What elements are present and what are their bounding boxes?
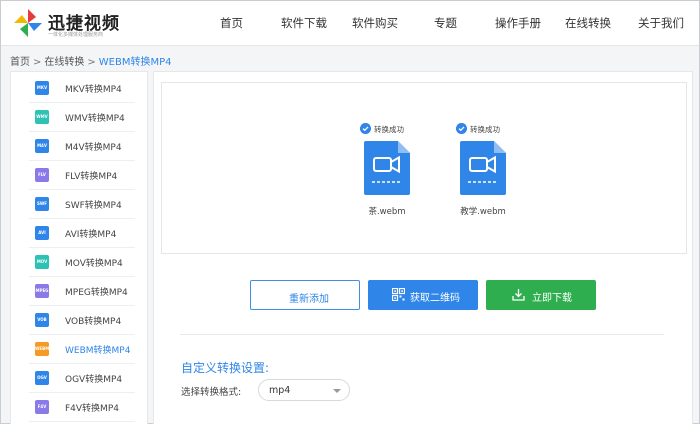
file-name: 教学.webm xyxy=(460,207,506,217)
download-button-label: 立即下载 xyxy=(532,293,572,304)
f4v-file-icon: F4V xyxy=(35,400,49,414)
sidebar-item-label: M4V转换MP4 xyxy=(65,143,122,153)
sidebar-item-wmv[interactable]: WMV WMV转换MP4 xyxy=(29,103,135,132)
sidebar-item-label: F4V转换MP4 xyxy=(65,404,119,414)
check-circle-icon xyxy=(456,123,467,134)
breadcrumb-section[interactable]: 在线转换 xyxy=(44,57,84,68)
readd-button[interactable]: 重新添加 xyxy=(250,280,360,310)
sidebar-item-ogv[interactable]: OGV OGV转换MP4 xyxy=(29,364,135,393)
sidebar-item-mkv[interactable]: MKV MKV转换MP4 xyxy=(29,74,135,103)
nav-home[interactable]: 首页 xyxy=(220,15,243,31)
wmv-file-icon: WMV xyxy=(35,110,49,124)
sidebar-item-label: WMV转换MP4 xyxy=(65,114,125,124)
converted-file-card[interactable]: 转换成功 茶.webm xyxy=(350,123,430,223)
webm-file-icon: WEBM xyxy=(35,342,49,356)
breadcrumb-current: WEBM转换MP4 xyxy=(98,57,172,68)
breadcrumb-home[interactable]: 首页 xyxy=(10,57,30,68)
video-file-icon xyxy=(460,141,506,195)
breadcrumb-separator: > xyxy=(87,57,96,68)
sidebar-item-label: WEBM转换MP4 xyxy=(65,346,131,356)
avi-file-icon: AVI xyxy=(35,226,49,240)
converter-panel: 转换成功 茶.webm 转换成功 教学.webm 重新添加 获取二维码 立即下载… xyxy=(153,71,693,424)
sidebar-item-webm[interactable]: WEBM WEBM转换MP4 xyxy=(29,335,135,364)
section-divider xyxy=(180,334,664,335)
brand-slogan: 一体化多媒体处理服务商 xyxy=(48,32,104,38)
status-text: 转换成功 xyxy=(374,125,404,134)
sidebar-item-avi[interactable]: AVI AVI转换MP4 xyxy=(29,219,135,248)
sidebar-item-label: MOV转换MP4 xyxy=(65,259,123,269)
m4v-file-icon: M4V xyxy=(35,139,49,153)
download-icon xyxy=(512,289,525,301)
sidebar-item-vob[interactable]: VOB VOB转换MP4 xyxy=(29,306,135,335)
sidebar-item-flv[interactable]: FLV FLV转换MP4 xyxy=(29,161,135,190)
sidebar-item-label: FLV转换MP4 xyxy=(65,172,118,182)
sidebar-item-mov[interactable]: MOV MOV转换MP4 xyxy=(29,248,135,277)
custom-settings-title: 自定义转换设置: xyxy=(181,361,270,375)
sidebar-item-label: SWF转换MP4 xyxy=(65,201,122,211)
swf-file-icon: SWF xyxy=(35,197,49,211)
sidebar-item-label: AVI转换MP4 xyxy=(65,230,117,240)
check-circle-icon xyxy=(360,123,371,134)
breadcrumb-separator: > xyxy=(33,57,42,68)
converted-file-card[interactable]: 转换成功 教学.webm xyxy=(446,123,526,223)
sidebar-item-m4v[interactable]: M4V M4V转换MP4 xyxy=(29,132,135,161)
get-qrcode-button[interactable]: 获取二维码 xyxy=(368,280,478,310)
nav-manual[interactable]: 操作手册 xyxy=(495,15,541,31)
mkv-file-icon: MKV xyxy=(35,81,49,95)
vob-file-icon: VOB xyxy=(35,313,49,327)
get-qrcode-label: 获取二维码 xyxy=(410,293,460,304)
file-name: 茶.webm xyxy=(368,207,406,217)
nav-topics[interactable]: 专题 xyxy=(434,15,457,31)
sidebar-item-swf[interactable]: SWF SWF转换MP4 xyxy=(29,190,135,219)
page-frame: 迅捷视频 一体化多媒体处理服务商 首页 软件下载 软件购买 专题 操作手册 在线… xyxy=(0,0,700,424)
breadcrumb: 首页 > 在线转换 > WEBM转换MP4 xyxy=(10,53,172,68)
ogv-file-icon: OGV xyxy=(35,371,49,385)
sidebar-item-label: MPEG转换MP4 xyxy=(65,288,128,298)
format-select[interactable]: mp4 xyxy=(258,379,350,401)
sidebar-item-mpeg[interactable]: MPEG MPEG转换MP4 xyxy=(29,277,135,306)
nav-online-convert[interactable]: 在线转换 xyxy=(565,15,611,31)
sidebar-item-label: VOB转换MP4 xyxy=(65,317,122,327)
video-file-icon xyxy=(364,141,410,195)
nav-software-download[interactable]: 软件下载 xyxy=(281,15,327,31)
top-header: 迅捷视频 一体化多媒体处理服务商 首页 软件下载 软件购买 专题 操作手册 在线… xyxy=(1,1,699,46)
mov-file-icon: MOV xyxy=(35,255,49,269)
file-dropzone[interactable]: 转换成功 茶.webm 转换成功 教学.webm xyxy=(161,82,687,254)
nav-about[interactable]: 关于我们 xyxy=(638,15,684,31)
qrcode-icon xyxy=(392,288,405,301)
sidebar-item-label: MKV转换MP4 xyxy=(65,85,122,95)
readd-button-label: 重新添加 xyxy=(289,294,329,305)
sidebar-item-label: OGV转换MP4 xyxy=(65,375,123,385)
nav-software-purchase[interactable]: 软件购买 xyxy=(352,15,398,31)
status-text: 转换成功 xyxy=(470,125,500,134)
format-sidebar: MKV MKV转换MP4 WMV WMV转换MP4 M4V M4V转换MP4 F… xyxy=(10,71,148,424)
flv-file-icon: FLV xyxy=(35,168,49,182)
mpeg-file-icon: MPEG xyxy=(35,284,49,298)
pinwheel-logo-icon[interactable] xyxy=(11,7,45,39)
download-button[interactable]: 立即下载 xyxy=(486,280,596,310)
chevron-down-icon xyxy=(333,389,341,393)
format-select-value: mp4 xyxy=(269,385,291,396)
format-label: 选择转换格式: xyxy=(181,387,242,398)
sidebar-item-f4v[interactable]: F4V F4V转换MP4 xyxy=(29,393,135,422)
